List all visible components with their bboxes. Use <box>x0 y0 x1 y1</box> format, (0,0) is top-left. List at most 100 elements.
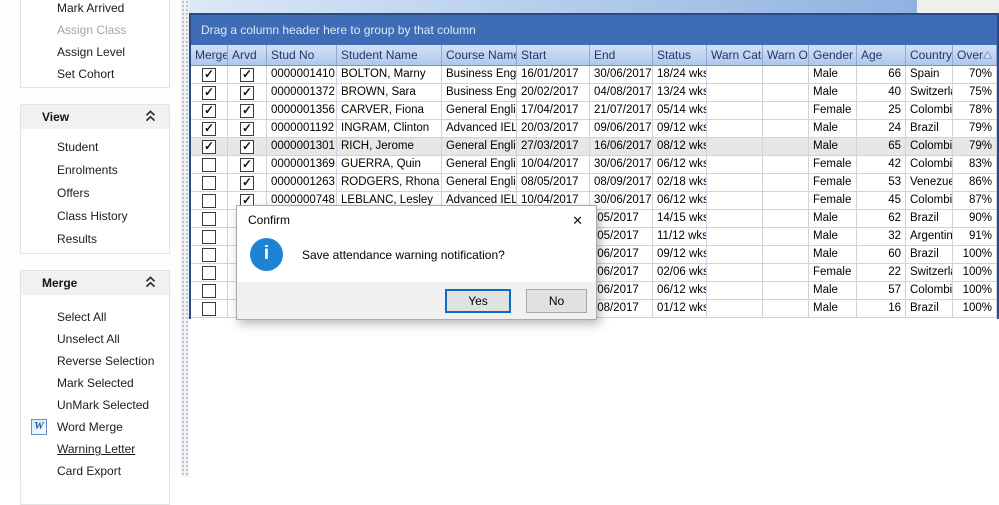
merge-checkbox[interactable] <box>202 68 216 82</box>
column-header-course[interactable]: Course Name <box>442 45 517 65</box>
cell-course: General English <box>442 156 517 174</box>
arvd-checkbox[interactable] <box>240 122 254 136</box>
sidebar-item-student[interactable]: Student <box>21 136 169 159</box>
arvd-checkbox[interactable] <box>240 86 254 100</box>
merge-checkbox[interactable] <box>202 158 216 172</box>
sidebar-item-assign-level[interactable]: Assign Level <box>21 41 169 63</box>
column-header-over[interactable]: Over <box>953 45 997 65</box>
cell-warn-ov <box>763 282 809 300</box>
yes-button[interactable]: Yes <box>445 289 511 313</box>
cell-warn-ov <box>763 66 809 84</box>
cell-status: 06/12 wks <box>653 156 707 174</box>
sidebar-item-class-history[interactable]: Class History <box>21 205 169 228</box>
cell-warn-ov <box>763 228 809 246</box>
merge-checkbox[interactable] <box>202 176 216 190</box>
sidebar-item-select-all[interactable]: Select All <box>21 306 169 328</box>
sidebar-item-card-export[interactable]: Card Export <box>21 460 169 482</box>
cell-over: 100% <box>953 264 997 282</box>
merge-checkbox[interactable] <box>202 104 216 118</box>
table-row[interactable]: 0000001372BROWN, SaraBusiness English20/… <box>191 84 997 102</box>
column-header-gender[interactable]: Gender <box>809 45 857 65</box>
sidebar-item-mark-arrived[interactable]: Mark Arrived <box>21 0 169 19</box>
sidebar-item-reverse-selection[interactable]: Reverse Selection <box>21 350 169 372</box>
cell-gender: Female <box>809 264 857 282</box>
section-header-merge[interactable]: Merge <box>21 271 169 295</box>
sidebar-item-results[interactable]: Results <box>21 228 169 251</box>
column-header-stud-no[interactable]: Stud No <box>267 45 337 65</box>
cell-country: Colombia <box>906 138 953 156</box>
merge-checkbox[interactable] <box>202 194 216 208</box>
cell-age: 42 <box>857 156 906 174</box>
column-header-country[interactable]: Country <box>906 45 953 65</box>
merge-checkbox[interactable] <box>202 248 216 262</box>
arvd-checkbox[interactable] <box>240 104 254 118</box>
collapse-chevron-icon[interactable] <box>145 276 156 291</box>
cell-warn-cate <box>707 228 763 246</box>
cell-status: 13/24 wks <box>653 84 707 102</box>
merge-checkbox[interactable] <box>202 266 216 280</box>
column-header-status[interactable]: Status <box>653 45 707 65</box>
sidebar-item-enrolments[interactable]: Enrolments <box>21 159 169 182</box>
close-icon[interactable]: ✕ <box>572 214 583 227</box>
column-header-label: Arvd <box>232 48 257 62</box>
panel-items: Mark ArrivedAssign ClassAssign LevelSet … <box>21 0 169 85</box>
table-row[interactable]: 0000001369GUERRA, QuinGeneral English10/… <box>191 156 997 174</box>
column-header-end[interactable]: End <box>590 45 653 65</box>
table-row[interactable]: 0000001301RICH, JeromeGeneral English27/… <box>191 138 997 156</box>
arvd-checkbox[interactable] <box>240 140 254 154</box>
merge-checkbox[interactable] <box>202 122 216 136</box>
column-header-merge[interactable]: Merge <box>191 45 228 65</box>
cell-over: 79% <box>953 120 997 138</box>
sidebar-splitter[interactable] <box>181 0 189 477</box>
table-row[interactable]: 0000001410BOLTON, MarnyBusiness English1… <box>191 66 997 84</box>
sidebar-item-label: Card Export <box>57 464 121 478</box>
grid-header-row: MergeArvdStud NoStudent NameCourse NameS… <box>191 45 997 66</box>
sidebar-item-label: Set Cohort <box>57 67 114 81</box>
sidebar-item-warning-letter[interactable]: Warning Letter <box>21 438 169 460</box>
cell-over: 75% <box>953 84 997 102</box>
merge-checkbox[interactable] <box>202 212 216 226</box>
column-header-warn-ov[interactable]: Warn Ov <box>763 45 809 65</box>
cell-merge <box>191 210 228 228</box>
sidebar-item-word-merge[interactable]: WWord Merge <box>21 416 169 438</box>
table-row[interactable]: 0000001263RODGERS, RhonaGeneral English0… <box>191 174 997 192</box>
sidebar-item-unmark-selected[interactable]: UnMark Selected <box>21 394 169 416</box>
section-header-view[interactable]: View <box>21 105 169 129</box>
sidebar-item-offers[interactable]: Offers <box>21 182 169 205</box>
table-row[interactable]: 0000001356CARVER, FionaGeneral English17… <box>191 102 997 120</box>
column-header-label: Stud No <box>271 48 314 62</box>
cell-warn-ov <box>763 246 809 264</box>
arvd-checkbox[interactable] <box>240 68 254 82</box>
merge-checkbox[interactable] <box>202 86 216 100</box>
cell-merge <box>191 264 228 282</box>
column-header-warn-cate[interactable]: Warn Cate <box>707 45 763 65</box>
cell-merge <box>191 66 228 84</box>
cell-stud-no: 0000001301 <box>267 138 337 156</box>
no-button[interactable]: No <box>526 289 587 313</box>
dialog-titlebar[interactable]: Confirm ✕ <box>237 206 596 231</box>
merge-checkbox[interactable] <box>202 284 216 298</box>
column-header-age[interactable]: Age <box>857 45 906 65</box>
sidebar-item-unselect-all[interactable]: Unselect All <box>21 328 169 350</box>
column-header-arvd[interactable]: Arvd <box>228 45 267 65</box>
cell-age: 16 <box>857 300 906 318</box>
merge-checkbox[interactable] <box>202 140 216 154</box>
arvd-checkbox[interactable] <box>240 158 254 172</box>
merge-checkbox[interactable] <box>202 302 216 316</box>
group-by-panel[interactable]: Drag a column header here to group by th… <box>191 15 997 45</box>
cell-gender: Male <box>809 246 857 264</box>
merge-checkbox[interactable] <box>202 230 216 244</box>
table-row[interactable]: 0000001192INGRAM, ClintonAdvanced IELTS2… <box>191 120 997 138</box>
cell-over: 100% <box>953 246 997 264</box>
cell-name: GUERRA, Quin <box>337 156 442 174</box>
sidebar-panel-actions: Mark ArrivedAssign ClassAssign LevelSet … <box>20 0 170 88</box>
collapse-chevron-icon[interactable] <box>145 110 156 125</box>
sidebar-item-label: Class History <box>57 209 128 223</box>
arvd-checkbox[interactable] <box>240 176 254 190</box>
dialog-message: Save attendance warning notification? <box>302 248 505 262</box>
column-header-start[interactable]: Start <box>517 45 590 65</box>
sidebar-item-mark-selected[interactable]: Mark Selected <box>21 372 169 394</box>
cell-course: Business English <box>442 66 517 84</box>
column-header-name[interactable]: Student Name <box>337 45 442 65</box>
sidebar-item-set-cohort[interactable]: Set Cohort <box>21 63 169 85</box>
